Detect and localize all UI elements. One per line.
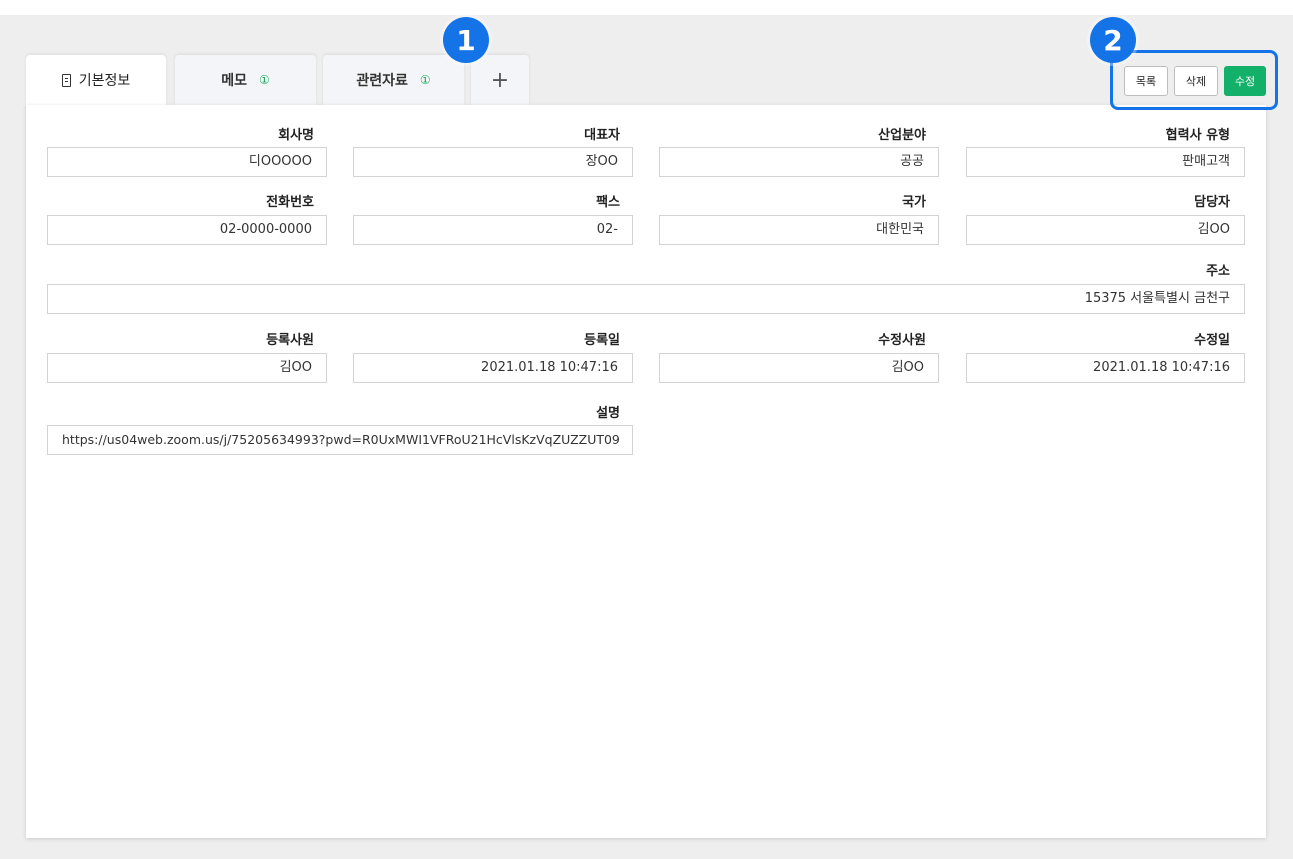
label-fax: 팩스	[596, 195, 620, 210]
tab-label: 관련자료	[356, 73, 408, 89]
description-field[interactable]: https://us04web.zoom.us/j/75205634993?pw…	[47, 425, 633, 455]
label-edit-date: 수정일	[1194, 333, 1230, 348]
label-country: 국가	[902, 195, 926, 210]
partner-type-field[interactable]: 판매고객	[966, 147, 1245, 177]
reg-date-field[interactable]: 2021.01.18 10:47:16	[353, 353, 633, 383]
label-description: 설명	[596, 406, 620, 421]
editor-field[interactable]: 김OO	[659, 353, 939, 383]
actions-highlight-box	[1110, 50, 1278, 110]
company-field[interactable]: 디OOOOO	[47, 147, 327, 177]
info-panel: 회사명 대표자 산업분야 협력사 유형 디OOOOO 장OO 공공 판매고객 전…	[26, 105, 1266, 838]
annotation-badge-2: 2	[1090, 17, 1136, 63]
country-field[interactable]: 대한민국	[659, 215, 939, 245]
label-ceo: 대표자	[584, 128, 620, 143]
document-icon	[61, 73, 71, 87]
tab-basic-info[interactable]: 기본정보	[26, 55, 166, 105]
tab-count-badge: ①	[419, 73, 431, 87]
fax-field[interactable]: 02-	[353, 215, 633, 245]
label-manager: 담당자	[1194, 195, 1230, 210]
address-field[interactable]: 15375 서울특별시 금천구	[47, 284, 1245, 314]
label-phone: 전화번호	[266, 195, 314, 210]
label-industry: 산업분야	[878, 128, 926, 143]
registrar-field[interactable]: 김OO	[47, 353, 327, 383]
phone-field[interactable]: 02-0000-0000	[47, 215, 327, 245]
page-background: 기본정보 메모 ① 관련자료 ① + 회사명 대표자 산업분야 협력사 유형 디…	[0, 15, 1293, 859]
ceo-field[interactable]: 장OO	[353, 147, 633, 177]
tab-count-badge: ①	[259, 73, 270, 87]
tab-memo[interactable]: 메모 ①	[175, 55, 316, 105]
industry-field[interactable]: 공공	[659, 147, 939, 177]
label-partner-type: 협력사 유형	[1165, 128, 1230, 143]
label-editor: 수정사원	[878, 333, 926, 348]
edit-date-field[interactable]: 2021.01.18 10:47:16	[966, 353, 1245, 383]
tab-related-files[interactable]: 관련자료 ①	[323, 55, 464, 105]
label-address: 주소	[1206, 264, 1230, 279]
annotation-badge-1: 1	[443, 17, 489, 63]
tab-label: 기본정보	[78, 73, 131, 89]
add-tab-button[interactable]: +	[471, 55, 529, 105]
label-reg-date: 등록일	[584, 333, 620, 348]
label-company: 회사명	[278, 128, 314, 143]
tab-label: 메모	[221, 73, 247, 89]
manager-field[interactable]: 김OO	[966, 215, 1245, 245]
plus-icon: +	[490, 67, 510, 93]
label-registrar: 등록사원	[266, 333, 314, 348]
